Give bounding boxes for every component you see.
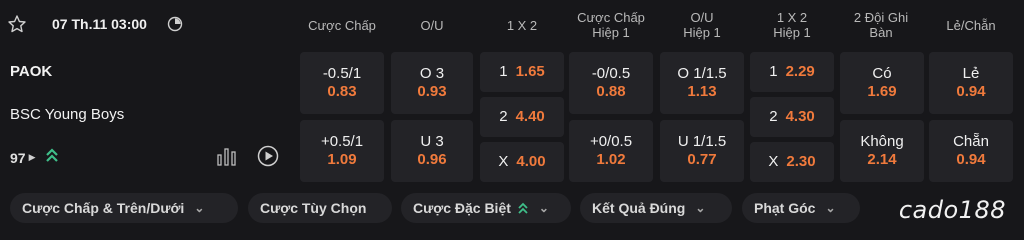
header-ou-h1-line1: O/U — [690, 10, 714, 25]
market-count: 97 — [10, 149, 26, 166]
header-1x2-h1: 1 X 2 Hiệp 1 — [750, 10, 834, 40]
header-oddeven: Lẻ/Chẵn — [946, 18, 996, 33]
odd-label: -0.5/1 — [322, 65, 362, 82]
odd-label: X — [768, 153, 779, 170]
odd-value: 0.93 — [417, 83, 447, 100]
header-handicap: Cược Chấp — [308, 18, 376, 33]
tab-handicap-over-under[interactable]: Cược Chấp & Trên/Dưới ⌄ — [10, 193, 238, 223]
odd-value: 4.00 — [516, 153, 546, 170]
odd-value: 2.30 — [786, 153, 816, 170]
odd-label: U 3 — [420, 133, 444, 150]
home-team: PAOK — [10, 63, 53, 80]
header-1x2-h1-line2: Hiệp 1 — [773, 25, 811, 40]
odd-value: 4.40 — [515, 108, 545, 125]
odd-label: Chẵn — [953, 133, 989, 150]
odd-value: 0.96 — [417, 151, 447, 168]
odd-value: 0.83 — [327, 83, 357, 100]
odd-cell-handicap-away[interactable]: +0.5/1 1.09 — [300, 120, 384, 182]
odd-cell-under[interactable]: U 3 0.96 — [391, 120, 473, 182]
odd-cell-1x2-h1-draw[interactable]: X 2.30 — [750, 142, 834, 182]
odd-cell-odd[interactable]: Lẻ 0.94 — [929, 52, 1013, 114]
header-1x2: 1 X 2 — [506, 18, 538, 33]
odd-value: 2.29 — [785, 63, 815, 80]
star-icon[interactable] — [7, 14, 27, 34]
odd-cell-1x2-away[interactable]: 2 4.40 — [480, 97, 564, 137]
tab-label: Cược Tùy Chọn — [260, 200, 367, 216]
odd-cell-over-h1[interactable]: O 1/1.5 1.13 — [660, 52, 744, 114]
odd-value: 0.94 — [956, 151, 986, 168]
odd-label: 1 — [499, 63, 508, 80]
header-handicap-h1-line2: Hiệp 1 — [592, 25, 630, 40]
odd-cell-1x2-draw[interactable]: X 4.00 — [480, 142, 564, 182]
odd-cell-1x2-h1-away[interactable]: 2 4.30 — [750, 97, 834, 137]
header-ou-h1-line2: Hiệp 1 — [683, 25, 721, 40]
odd-cell-btts-no[interactable]: Không 2.14 — [840, 120, 924, 182]
brand-watermark: cado188 — [898, 196, 1006, 224]
odd-label: -0/0.5 — [591, 65, 631, 82]
match-datetime: 07 Th.11 03:00 — [52, 16, 147, 32]
odd-label: O 1/1.5 — [677, 65, 727, 82]
odd-label: Có — [872, 65, 892, 82]
bar-chart-icon[interactable] — [216, 146, 238, 166]
odd-label: 2 — [769, 108, 778, 125]
odd-cell-handicap-home[interactable]: -0.5/1 0.83 — [300, 52, 384, 114]
header-btts-line2: Bàn — [869, 25, 893, 40]
chevron-down-icon: ⌄ — [538, 201, 549, 215]
odd-label: Không — [860, 133, 904, 150]
play-icon[interactable] — [257, 145, 279, 167]
odd-label: 1 — [769, 63, 778, 80]
odd-cell-under-h1[interactable]: U 1/1.5 0.77 — [660, 120, 744, 182]
tab-corners[interactable]: Phạt Góc ⌄ — [742, 193, 860, 223]
odd-value: 4.30 — [785, 108, 815, 125]
header-handicap-h1-line1: Cược Chấp — [577, 10, 645, 25]
header-handicap-h1: Cược Chấp Hiệp 1 — [567, 10, 655, 40]
header-1x2-h1-line1: 1 X 2 — [776, 10, 808, 25]
odd-label: 2 — [499, 108, 508, 125]
odd-label: O 3 — [419, 65, 445, 82]
tab-custom-bets[interactable]: Cược Tùy Chọn — [248, 193, 392, 223]
tab-correct-score[interactable]: Kết Quả Đúng ⌄ — [580, 193, 732, 223]
odd-label: +0.5/1 — [320, 133, 364, 150]
away-team: BSC Young Boys — [10, 106, 125, 123]
odd-cell-1x2-h1-home[interactable]: 1 2.29 — [750, 52, 834, 92]
odd-label: Lẻ — [962, 65, 980, 82]
odd-cell-btts-yes[interactable]: Có 1.69 — [840, 52, 924, 114]
double-chevron-up-icon — [517, 202, 529, 214]
odd-value: 1.13 — [687, 83, 717, 100]
odd-value: 1.02 — [596, 151, 626, 168]
tab-special-bets[interactable]: Cược Đặc Biệt ⌄ — [401, 193, 571, 223]
odd-cell-over[interactable]: O 3 0.93 — [391, 52, 473, 114]
header-btts-line1: 2 Đội Ghi — [853, 10, 909, 25]
odd-cell-even[interactable]: Chẵn 0.94 — [929, 120, 1013, 182]
header-ou: O/U — [420, 18, 444, 33]
header-ou-h1: O/U Hiệp 1 — [660, 10, 744, 40]
caret-right-icon: ▶ — [28, 152, 36, 162]
odd-label: U 1/1.5 — [677, 133, 727, 150]
odd-cell-1x2-home[interactable]: 1 1.65 — [480, 52, 564, 92]
odd-value: 0.77 — [687, 151, 717, 168]
odd-value: 1.09 — [327, 151, 357, 168]
chevron-down-icon: ⌄ — [695, 201, 706, 215]
odd-value: 2.14 — [867, 151, 897, 168]
more-markets-link[interactable]: 97 ▶ — [10, 147, 59, 168]
odd-value: 1.69 — [867, 83, 897, 100]
double-chevron-up-icon — [45, 147, 59, 168]
tab-label: Cược Chấp & Trên/Dưới — [22, 200, 185, 216]
odd-value: 0.94 — [956, 83, 986, 100]
odd-label: X — [498, 153, 509, 170]
tab-label: Cược Đặc Biệt — [413, 200, 511, 216]
odd-cell-handicap-h1-home[interactable]: -0/0.5 0.88 — [569, 52, 653, 114]
header-btts: 2 Đội Ghi Bàn — [838, 10, 924, 40]
tab-label: Kết Quả Đúng — [592, 200, 686, 216]
stats-icon[interactable] — [167, 16, 183, 32]
odd-cell-handicap-h1-away[interactable]: +0/0.5 1.02 — [569, 120, 653, 182]
odd-value: 0.88 — [596, 83, 626, 100]
chevron-down-icon: ⌄ — [825, 201, 836, 215]
tab-label: Phạt Góc — [754, 200, 816, 216]
odd-value: 1.65 — [515, 63, 545, 80]
odd-label: +0/0.5 — [589, 133, 633, 150]
chevron-down-icon: ⌄ — [194, 201, 205, 215]
